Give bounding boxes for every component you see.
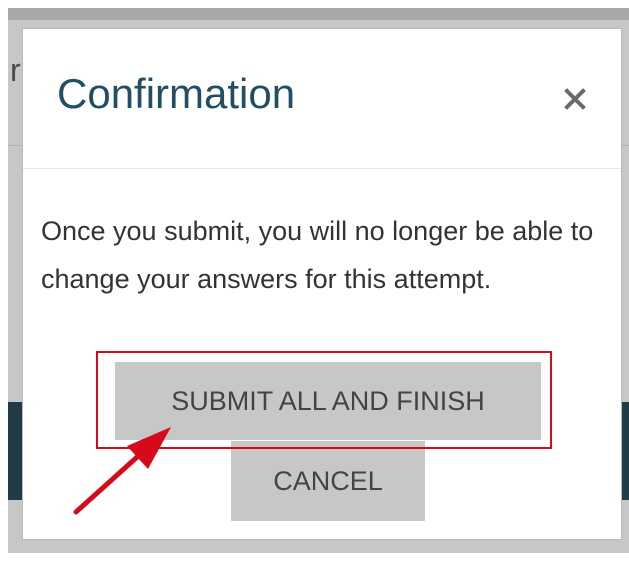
close-icon [564,88,586,110]
background-partial-text: r [10,52,21,88]
pointer-arrow-icon [73,427,171,515]
dialog-title: Confirmation [57,70,296,117]
dialog-message: Once you submit, you will no longer be a… [41,216,594,294]
cancel-button[interactable]: CANCEL [231,441,425,521]
dialog-header: Confirmation [23,29,621,169]
close-button[interactable] [563,87,587,111]
